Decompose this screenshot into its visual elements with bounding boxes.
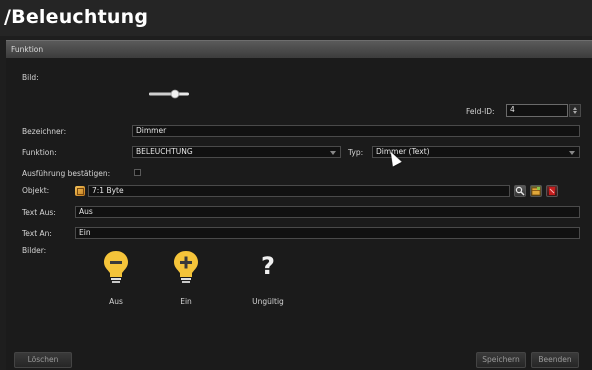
function-select[interactable]: BELEUCHTUNG <box>132 146 341 158</box>
window-title: /Beleuchtung <box>4 6 149 28</box>
image-caption-on: Ein <box>180 297 192 306</box>
field-id-input[interactable]: 4 <box>506 104 568 117</box>
image-picker-invalid[interactable]: ? Ungültig <box>243 250 293 310</box>
object-picker-button[interactable] <box>530 185 542 197</box>
image-picker-off[interactable]: Aus <box>96 250 136 310</box>
text-off-input[interactable]: Aus <box>75 206 580 218</box>
spin-up-icon[interactable] <box>573 107 577 110</box>
section-title: Funktion <box>11 45 44 54</box>
slider-image-icon[interactable] <box>148 89 190 99</box>
image-caption-off: Aus <box>109 297 123 306</box>
name-label: Bezeichner: <box>22 127 67 136</box>
confirm-checkbox[interactable] <box>134 169 141 176</box>
question-mark-icon: ? <box>261 252 275 280</box>
text-on-input[interactable]: Ein <box>75 227 580 239</box>
delete-icon <box>549 187 555 195</box>
image-label: Bild: <box>22 73 39 82</box>
images-label: Bilder: <box>22 246 47 255</box>
search-object-button[interactable] <box>514 185 526 197</box>
field-id-spinner[interactable] <box>569 104 581 117</box>
delete-button[interactable]: Löschen <box>14 352 72 368</box>
type-select[interactable]: Dimmer (Text) <box>372 146 580 158</box>
close-button[interactable]: Beenden <box>531 352 579 368</box>
function-label: Funktion: <box>22 148 57 157</box>
confirm-label: Ausführung bestätigen: <box>22 169 111 178</box>
bulb-minus-icon <box>104 251 128 283</box>
save-button[interactable]: Speichern <box>476 352 526 368</box>
title-bar: /Beleuchtung <box>0 0 592 36</box>
type-label: Typ: <box>348 148 364 157</box>
section-header: Funktion <box>6 40 592 58</box>
bulb-plus-icon <box>174 251 198 283</box>
search-icon <box>515 186 525 196</box>
field-id-label: Feld-ID: <box>466 107 495 116</box>
text-off-label: Text Aus: <box>22 208 56 217</box>
text-on-label: Text An: <box>22 229 52 238</box>
object-box-icon <box>75 186 85 196</box>
image-picker-on[interactable]: Ein <box>166 250 206 310</box>
image-caption-invalid: Ungültig <box>252 297 284 306</box>
object-label: Objekt: <box>22 186 50 195</box>
object-input[interactable]: 7:1 Byte <box>88 185 510 197</box>
spin-down-icon[interactable] <box>573 111 577 114</box>
box-icon <box>531 187 541 196</box>
name-input[interactable]: Dimmer <box>132 125 580 137</box>
clear-object-button[interactable] <box>546 185 558 197</box>
